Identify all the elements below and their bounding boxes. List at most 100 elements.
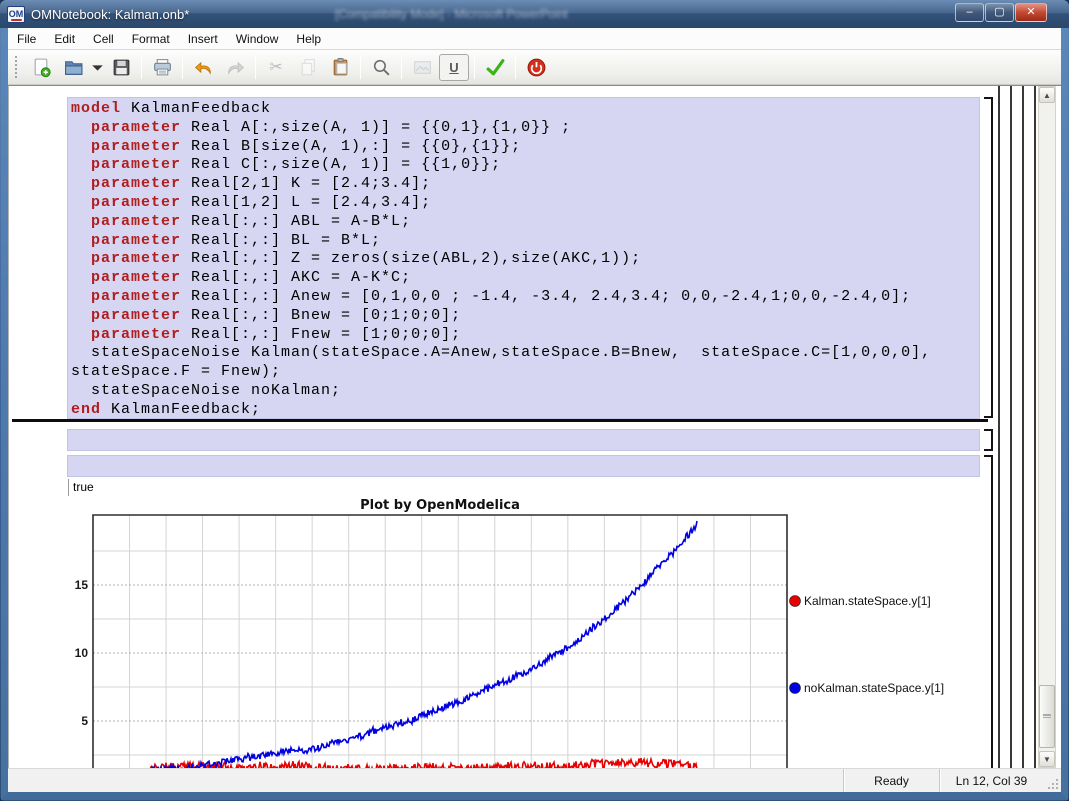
paste-icon [330, 57, 351, 78]
toolbar-grip-handle[interactable] [14, 55, 19, 79]
power-icon [526, 57, 547, 78]
code-line: parameter Real[:,:] Fnew = [1;0;0;0]; [71, 326, 979, 345]
evaluation-output: true [68, 479, 980, 496]
cut-button[interactable]: ✂ [261, 54, 291, 81]
group-bracket-line [998, 86, 1000, 768]
simulate-cell-bracket[interactable] [984, 429, 993, 451]
scroll-down-button[interactable]: ▼ [1039, 751, 1055, 767]
menu-item-insert[interactable]: Insert [179, 30, 227, 48]
code-line: parameter Real[:,:] Anew = [0,1,0,0 ; -1… [71, 288, 979, 307]
toolbar-separator [182, 55, 183, 79]
code-line: stateSpaceNoise Kalman(stateSpace.A=Anew… [71, 344, 979, 363]
check-icon [485, 57, 506, 78]
close-button[interactable]: ✕ [1015, 3, 1047, 22]
code-line: parameter Real[:,:] Z = zeros(size(ABL,2… [71, 250, 979, 269]
group-bracket-line [1022, 86, 1024, 768]
code-line: parameter Real B[size(A, 1),:] = {{0},{1… [71, 138, 979, 157]
menu-item-edit[interactable]: Edit [45, 30, 84, 48]
print-button[interactable] [147, 54, 177, 81]
copy-button[interactable] [293, 54, 323, 81]
y-tick-label: 15 [75, 578, 89, 592]
toolbar: ✂U [8, 50, 1061, 85]
plot-output-cell: 5 10 15 Plot by OpenModelica Kalman.stateSpa… [68, 497, 985, 768]
code-line: parameter Real C[:,size(A, 1)] = {{1,0}}… [71, 156, 979, 175]
plot-title: Plot by OpenModelica [360, 498, 520, 513]
code-line: model KalmanFeedback [71, 100, 979, 119]
app-window: OM OMNotebook: Kalman.onb* [Compatibilit… [0, 0, 1069, 801]
toolbar-separator [141, 55, 142, 79]
y-tick-label: 10 [75, 646, 89, 660]
status-bar: Ready Ln 12, Col 39 [8, 768, 1061, 792]
background-window-title: [Compatibility Mode] - Microsoft PowerPo… [335, 7, 568, 21]
image-icon [412, 57, 433, 78]
code-line: parameter Real[:,:] BL = B*L; [71, 232, 979, 251]
underline-icon: U [449, 60, 458, 75]
undo-icon [193, 57, 214, 78]
new-cell-button[interactable] [26, 54, 56, 81]
simulate-command: simulate(KalmanFeedback,stopTime=3) [111, 449, 461, 451]
resize-grip[interactable] [1043, 774, 1061, 792]
code-line: parameter Real[1,2] L = [2.4,3.4]; [71, 194, 979, 213]
cut-icon: ✂ [269, 57, 282, 77]
legend-marker [790, 596, 801, 607]
toolbar-separator [360, 55, 361, 79]
code-cell-bracket[interactable] [984, 97, 993, 418]
underline-button[interactable]: U [439, 54, 469, 81]
stop-button[interactable] [521, 54, 551, 81]
plot-group-bracket[interactable] [984, 455, 993, 768]
plot-command: plot({Kalman.stateSpace.y[1],noKalman.st… [111, 475, 661, 477]
scrollbar-thumb[interactable] [1039, 685, 1055, 748]
code-line: parameter Real[:,:] ABL = A-B*L; [71, 213, 979, 232]
open-notebook-button[interactable] [58, 54, 88, 81]
menu-item-format[interactable]: Format [123, 30, 179, 48]
menu-item-help[interactable]: Help [287, 30, 330, 48]
window-titlebar[interactable]: OM OMNotebook: Kalman.onb* [Compatibilit… [0, 0, 1069, 28]
plot-svg: 5 10 15 Plot by OpenModelica Kalman.stateSpa… [68, 497, 985, 768]
copy-icon [298, 57, 319, 78]
chevron-down-icon [87, 57, 108, 78]
code-line: stateSpaceNoise noKalman; [71, 382, 979, 401]
redo-button[interactable] [220, 54, 250, 81]
search-button[interactable] [366, 54, 396, 81]
window-title: OMNotebook: Kalman.onb* [31, 7, 189, 22]
menu-item-cell[interactable]: Cell [84, 30, 123, 48]
toolbar-separator [474, 55, 475, 79]
paste-button[interactable] [325, 54, 355, 81]
menu-item-file[interactable]: File [8, 30, 45, 48]
search-icon [371, 57, 392, 78]
code-line: stateSpace.F = Fnew); [71, 363, 979, 382]
maximize-button[interactable]: ▢ [985, 3, 1014, 22]
legend-marker [790, 683, 801, 694]
code-line: parameter Real[:,:] AKC = A-K*C; [71, 269, 979, 288]
status-cursor-position: Ln 12, Col 39 [939, 769, 1043, 792]
toolbar-separator [255, 55, 256, 79]
code-line: parameter Real A[:,size(A, 1)] = {{0,1},… [71, 119, 979, 138]
plot-command-cell[interactable]: plot({Kalman.stateSpace.y[1],noKalman.st… [67, 455, 980, 477]
menu-bar: FileEditCellFormatInsertWindowHelp [8, 28, 1061, 50]
menu-item-window[interactable]: Window [227, 30, 288, 48]
evaluate-button[interactable] [480, 54, 510, 81]
redo-icon [225, 57, 246, 78]
legend-label: Kalman.stateSpace.y[1] [804, 594, 931, 608]
open-dropdown-button[interactable] [90, 54, 104, 81]
status-ready: Ready [843, 769, 939, 792]
save-icon [111, 57, 132, 78]
open-folder-icon [63, 57, 84, 78]
code-line: parameter Real[2,1] K = [2.4;3.4]; [71, 175, 979, 194]
code-cell[interactable]: model KalmanFeedback parameter Real A[:,… [67, 97, 980, 419]
minimize-button[interactable]: – [955, 3, 984, 22]
toolbar-separator [401, 55, 402, 79]
undo-button[interactable] [188, 54, 218, 81]
vertical-scrollbar[interactable]: ▲ ▼ [1038, 86, 1056, 768]
group-bracket-line [1034, 86, 1036, 768]
save-button[interactable] [106, 54, 136, 81]
insert-image-button[interactable] [407, 54, 437, 81]
group-bracket-line [1010, 86, 1012, 768]
legend-label: noKalman.stateSpace.y[1] [804, 681, 944, 695]
y-tick-label: 5 [81, 714, 88, 728]
simulate-cell[interactable]: simulate(KalmanFeedback,stopTime=3) [67, 429, 980, 451]
cell-cursor-line [12, 419, 988, 422]
print-icon [152, 57, 173, 78]
scroll-up-button[interactable]: ▲ [1039, 87, 1055, 103]
app-icon: OM [7, 6, 25, 23]
